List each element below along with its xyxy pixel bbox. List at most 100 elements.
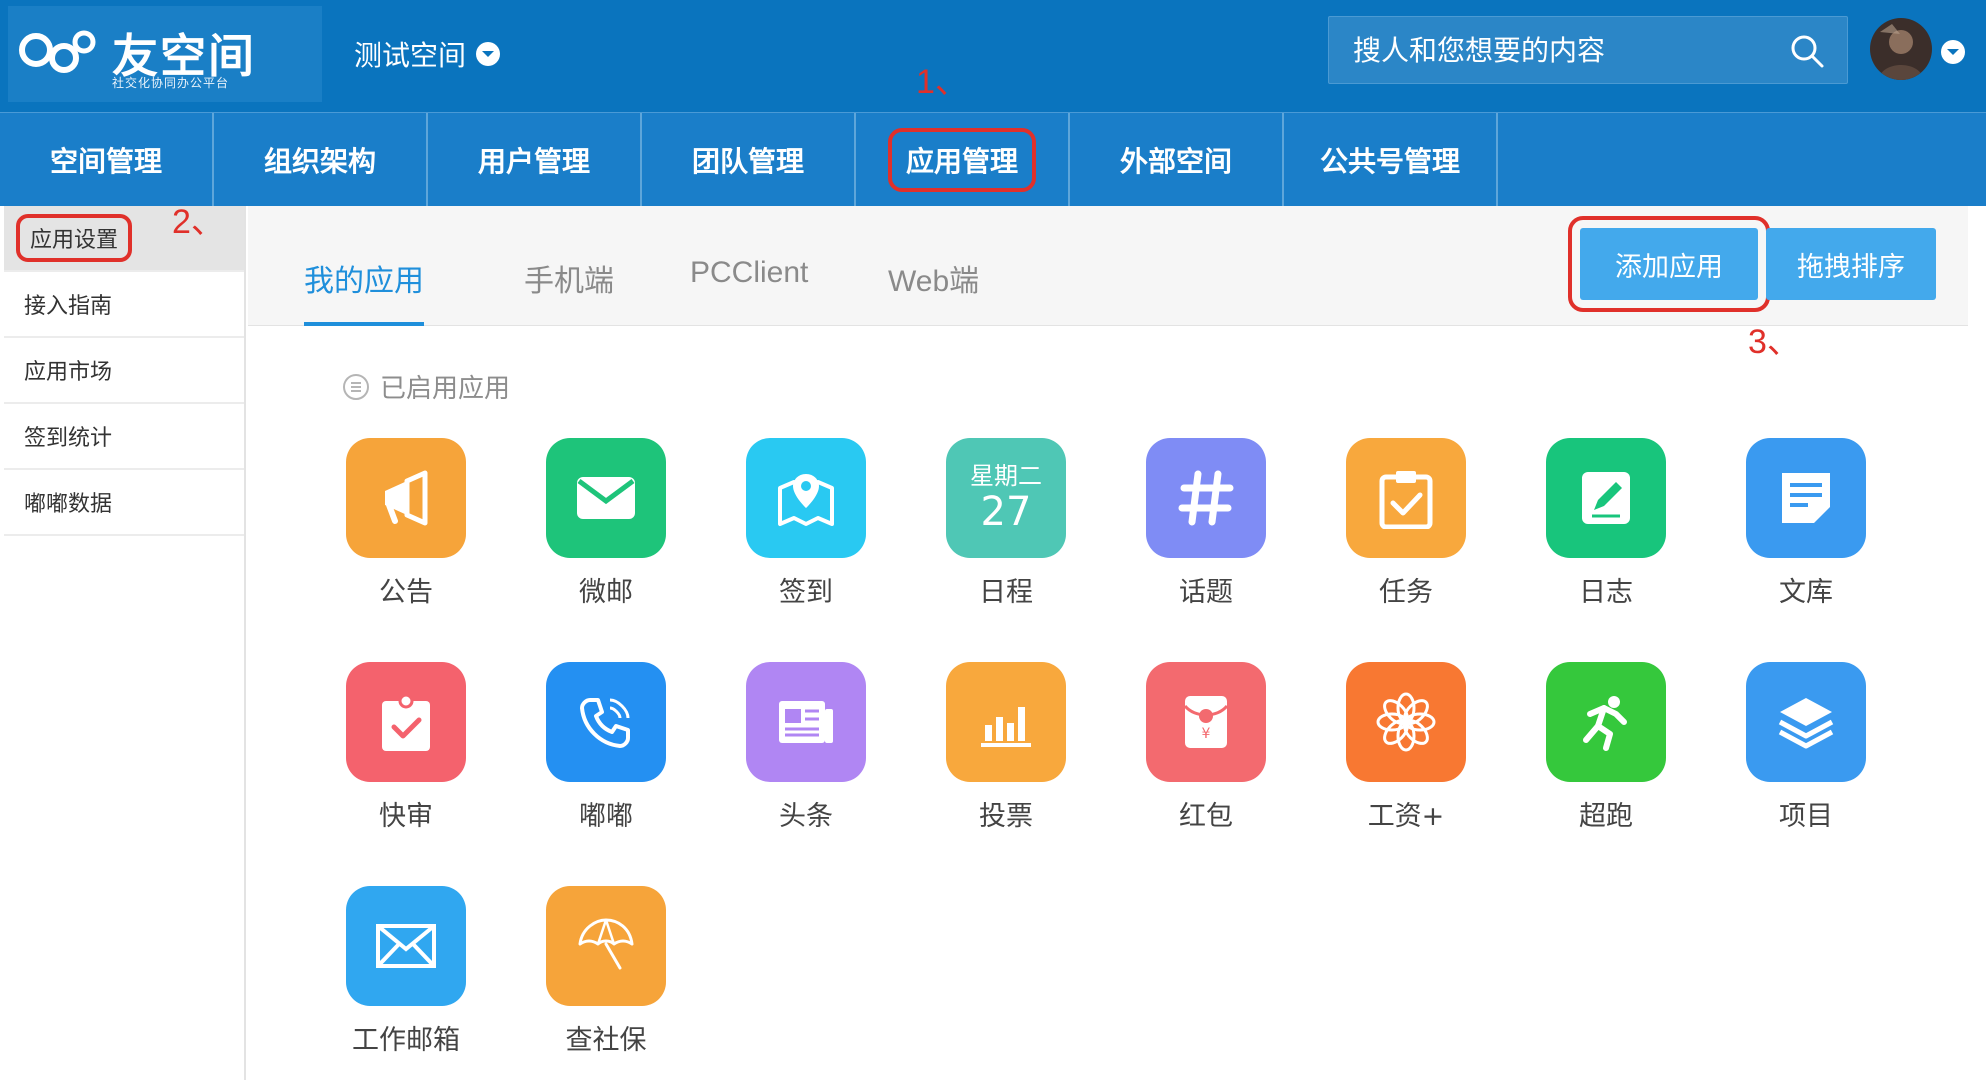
- sidebar-item-label: 签到统计: [24, 426, 113, 451]
- chevron-down-icon: [476, 42, 501, 66]
- nav-label: 团队管理: [691, 145, 804, 178]
- sidebar-item-label: 接入指南: [24, 294, 113, 319]
- app-library[interactable]: 文库: [1736, 438, 1876, 608]
- hashtag-icon: [1146, 438, 1266, 558]
- app-checkin[interactable]: 签到: [736, 438, 876, 608]
- flower-icon: [1346, 662, 1466, 782]
- clipboard-check-icon: [1346, 438, 1466, 558]
- main-nav: 空间管理 组织架构 用户管理 团队管理 应用管理 外部空间 公共号管理: [0, 112, 1986, 207]
- app-announcement[interactable]: 公告: [336, 438, 476, 608]
- list-icon: [343, 373, 369, 400]
- app-label: 工资+: [1367, 801, 1445, 832]
- app-label: 项目: [1779, 801, 1833, 832]
- tab-pcclient[interactable]: PCClient: [690, 256, 808, 326]
- map-pin-icon: [746, 438, 866, 558]
- tabs-bar: 我的应用 手机端 PCClient Web端 添加应用 拖拽排序 3、: [248, 206, 1968, 361]
- search-icon[interactable]: [1789, 33, 1825, 69]
- app-task[interactable]: 任务: [1336, 438, 1476, 608]
- app-headlines[interactable]: 头条: [736, 662, 876, 832]
- app-log[interactable]: 日志: [1536, 438, 1676, 608]
- app-topic[interactable]: 话题: [1136, 438, 1276, 608]
- layers-icon: [1746, 662, 1866, 782]
- app-work-mailbox[interactable]: 工作邮箱: [336, 886, 476, 1056]
- app-label: 公告: [379, 577, 433, 608]
- nav-official-account[interactable]: 公共号管理: [1284, 113, 1498, 207]
- app-social-security[interactable]: 查社保: [536, 886, 676, 1056]
- nav-team-management[interactable]: 团队管理: [642, 113, 856, 207]
- app-label: 签到: [779, 577, 833, 608]
- search-box: [1328, 16, 1848, 84]
- mail-icon: [346, 886, 466, 1006]
- app-quick-approval[interactable]: 快审: [336, 662, 476, 832]
- drag-sort-button[interactable]: 拖拽排序: [1766, 228, 1936, 300]
- avatar-chevron-down-icon[interactable]: [1941, 40, 1965, 64]
- phone-call-icon: [546, 662, 666, 782]
- app-label: 微邮: [579, 577, 633, 608]
- red-envelope-icon: ¥: [1146, 662, 1266, 782]
- sidebar-item-label: 嘟嘟数据: [24, 492, 113, 517]
- app-vote[interactable]: 投票: [936, 662, 1076, 832]
- sidebar-item-checkin-stats[interactable]: 签到统计: [4, 404, 244, 470]
- app-dudu[interactable]: 嘟嘟: [536, 662, 676, 832]
- app-label: 红包: [1179, 801, 1233, 832]
- app-label: 嘟嘟: [579, 801, 633, 832]
- app-label: 工作邮箱: [352, 1025, 460, 1056]
- app-label: 快审: [379, 801, 433, 832]
- tab-web[interactable]: Web端: [888, 256, 979, 326]
- app-salary-plus[interactable]: 工资+: [1336, 662, 1476, 832]
- nav-space-management[interactable]: 空间管理: [0, 113, 214, 207]
- bar-chart-icon: [946, 662, 1066, 782]
- app-red-packet[interactable]: ¥ 红包: [1136, 662, 1276, 832]
- top-header: 友空间 社交化协同办公平台 测试空间 1、: [0, 0, 1986, 112]
- logo[interactable]: 友空间 社交化协同办公平台: [8, 6, 322, 102]
- edit-note-icon: [1546, 438, 1666, 558]
- app-label: 头条: [779, 801, 833, 832]
- sidebar-item-app-market[interactable]: 应用市场: [4, 338, 244, 404]
- approval-icon: [346, 662, 466, 782]
- section-title: 已启用应用: [342, 368, 510, 405]
- app-label: 话题: [1179, 577, 1233, 608]
- logo-subtitle: 社交化协同办公平台: [112, 76, 230, 90]
- search-input[interactable]: [1353, 17, 1773, 83]
- annotation-step-1: 1、: [916, 63, 969, 101]
- tab-mobile[interactable]: 手机端: [524, 256, 614, 326]
- add-app-button[interactable]: 添加应用: [1568, 216, 1770, 312]
- tab-my-apps[interactable]: 我的应用: [304, 256, 424, 326]
- sidebar: 应用设置 接入指南 应用市场 签到统计 嘟嘟数据 2、: [0, 203, 246, 1080]
- app-label: 超跑: [1579, 801, 1633, 832]
- sidebar-item-label: 应用市场: [24, 360, 113, 385]
- app-label: 文库: [1779, 577, 1833, 608]
- newspaper-icon: [746, 662, 866, 782]
- app-label: 日程: [979, 577, 1033, 608]
- sidebar-item-access-guide[interactable]: 接入指南: [4, 272, 244, 338]
- nav-label: 公共号管理: [1319, 145, 1460, 178]
- logo-mark-icon: [19, 30, 96, 73]
- svg-text:¥: ¥: [1202, 726, 1211, 742]
- nav-org-structure[interactable]: 组织架构: [214, 113, 428, 207]
- calendar-day: 27: [980, 489, 1032, 535]
- nav-label: 应用管理: [887, 128, 1037, 192]
- document-icon: [1746, 438, 1866, 558]
- nav-external-space[interactable]: 外部空间: [1070, 113, 1284, 207]
- nav-label: 空间管理: [49, 145, 162, 178]
- calendar-weekday: 星期二: [970, 462, 1042, 490]
- calendar-icon: 星期二 27: [946, 438, 1066, 558]
- app-label: 查社保: [565, 1025, 647, 1056]
- main-content: 我的应用 手机端 PCClient Web端 添加应用 拖拽排序 3、 已启用应…: [248, 206, 1968, 1080]
- app-super-run[interactable]: 超跑: [1536, 662, 1676, 832]
- sidebar-item-label: 应用设置: [15, 214, 133, 262]
- space-name: 测试空间: [354, 39, 467, 72]
- nav-label: 外部空间: [1119, 145, 1232, 178]
- nav-user-management[interactable]: 用户管理: [428, 113, 642, 207]
- sidebar-item-dudu-data[interactable]: 嘟嘟数据: [4, 470, 244, 536]
- avatar[interactable]: [1870, 18, 1932, 80]
- annotation-step-2: 2、: [172, 203, 225, 241]
- app-schedule[interactable]: 星期二 27 日程: [936, 438, 1076, 608]
- envelope-icon: [546, 438, 666, 558]
- nav-label: 用户管理: [477, 145, 590, 178]
- space-switcher[interactable]: 测试空间: [354, 34, 501, 74]
- app-mail[interactable]: 微邮: [536, 438, 676, 608]
- app-project[interactable]: 项目: [1736, 662, 1876, 832]
- nav-app-management[interactable]: 应用管理: [856, 113, 1070, 207]
- section-title-text: 已启用应用: [380, 374, 511, 404]
